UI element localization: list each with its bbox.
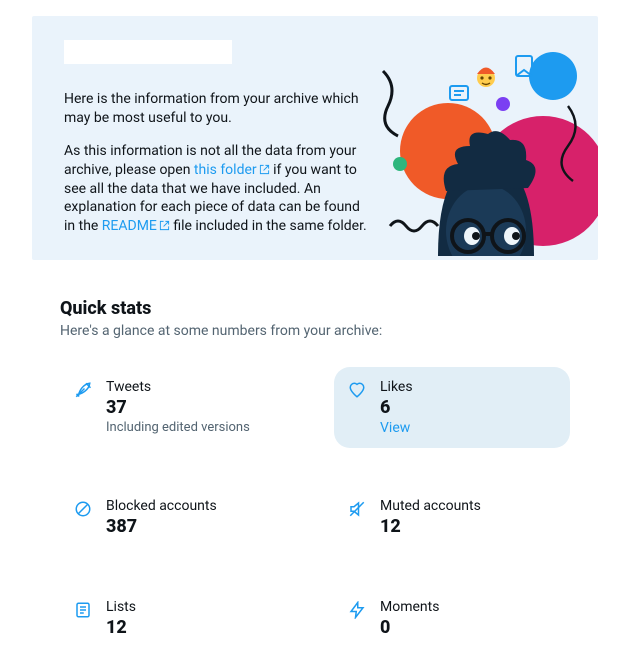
stat-label: Likes: [380, 379, 413, 395]
stats-grid: Tweets 37 Including edited versions Like…: [60, 367, 570, 650]
stat-muted: Muted accounts 12: [334, 486, 570, 549]
quick-stats-section: Quick stats Here's a glance at some numb…: [0, 260, 630, 650]
this-folder-link[interactable]: this folder: [194, 162, 270, 178]
external-link-icon: [159, 220, 170, 231]
stat-moments: Moments 0: [334, 587, 570, 650]
list-icon: [74, 601, 92, 638]
stat-value: 12: [380, 516, 481, 537]
stat-view-link[interactable]: View: [380, 420, 413, 436]
stat-label: Muted accounts: [380, 498, 481, 514]
readme-link[interactable]: README: [102, 218, 170, 234]
stat-lists: Lists 12: [60, 587, 296, 650]
mute-icon: [348, 500, 366, 537]
hero-title-placeholder: [64, 40, 232, 64]
lightning-icon: [348, 601, 366, 638]
stat-value: 6: [380, 397, 413, 418]
stat-value: 0: [380, 617, 439, 638]
stat-value: 12: [106, 617, 136, 638]
stat-note: Including edited versions: [106, 420, 250, 435]
stat-label: Blocked accounts: [106, 498, 217, 514]
hero-paragraph-2: As this information is not all the data …: [64, 142, 374, 236]
feather-icon: [74, 381, 92, 436]
stat-likes[interactable]: Likes 6 View: [334, 367, 570, 448]
heart-icon: [348, 381, 366, 436]
quick-stats-subtitle: Here's a glance at some numbers from you…: [60, 323, 570, 339]
stat-label: Moments: [380, 599, 439, 615]
stat-label: Lists: [106, 599, 136, 615]
stat-value: 387: [106, 516, 217, 537]
stat-value: 37: [106, 397, 250, 418]
stat-label: Tweets: [106, 379, 250, 395]
hero-paragraph-1: Here is the information from your archiv…: [64, 90, 374, 128]
hero-panel: Here is the information from your archiv…: [32, 16, 598, 260]
stat-tweets: Tweets 37 Including edited versions: [60, 367, 296, 448]
stat-blocked: Blocked accounts 387: [60, 486, 296, 549]
quick-stats-title: Quick stats: [60, 298, 570, 319]
external-link-icon: [259, 164, 270, 175]
hero-text: Here is the information from your archiv…: [64, 90, 374, 260]
hero-illustration: [368, 16, 598, 260]
block-icon: [74, 500, 92, 537]
